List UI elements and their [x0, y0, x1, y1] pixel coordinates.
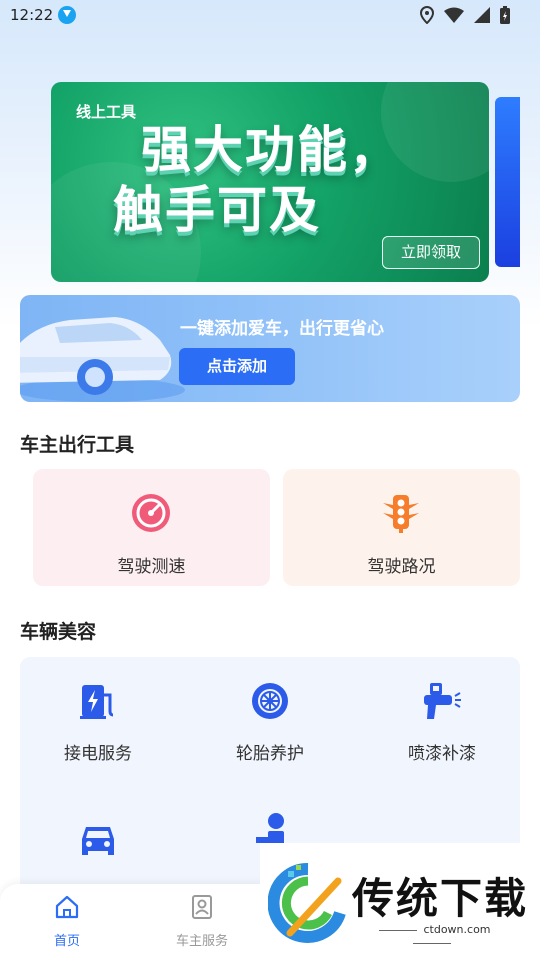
tire-care-label: 轮胎养护 — [236, 744, 304, 764]
car-front-icon — [82, 827, 114, 855]
owner-card-icon — [192, 895, 212, 919]
status-time: 12:22 — [10, 6, 54, 24]
charging-station-icon — [80, 685, 114, 719]
speedometer-icon — [132, 494, 170, 532]
nav-home-label: 首页 — [53, 934, 80, 949]
signal-icon — [474, 7, 490, 23]
promo-banner[interactable]: 线上工具 强大功能， 触手可及 立即领取 — [51, 82, 489, 282]
paint-repair-label: 喷漆补漆 — [408, 744, 476, 764]
banner-headline-line2: 触手可及 — [113, 181, 321, 239]
nav-owner-service-label: 车主服务 — [175, 934, 228, 949]
watermark-logo — [268, 862, 346, 943]
road-conditions-label: 驾驶路况 — [367, 557, 436, 577]
location-icon — [420, 6, 434, 24]
traffic-light-icon — [383, 495, 419, 533]
tire-icon — [252, 683, 288, 719]
driving-speed-label: 驾驶测速 — [117, 557, 186, 577]
add-car-button[interactable]: 点击添加 — [179, 348, 295, 385]
add-car-card[interactable]: 一键添加爱车，出行更省心 点击添加 — [20, 295, 520, 402]
travel-tools-title: 车主出行工具 — [20, 434, 135, 456]
home-icon — [55, 895, 79, 919]
charging-service-item[interactable]: 接电服务 — [20, 657, 176, 764]
driving-speed-card[interactable]: 驾驶测速 — [33, 469, 270, 586]
banner-headline: 强大功能， 触手可及 — [113, 120, 461, 240]
next-banner-peek[interactable] — [495, 97, 520, 267]
add-car-title: 一键添加爱车，出行更省心 — [180, 319, 384, 339]
nav-home[interactable]: 首页 — [27, 894, 107, 949]
watermark-overlay: 传统下载 ctdown.com — [260, 843, 540, 960]
status-icons — [420, 6, 510, 24]
watermark-url: ctdown.com — [352, 923, 512, 949]
watermark-brand: 传统下载 — [352, 874, 529, 923]
road-conditions-card[interactable]: 驾驶路况 — [283, 469, 520, 586]
download-notification-icon — [58, 6, 76, 24]
vehicle-beauty-title: 车辆美容 — [20, 621, 97, 643]
banner-tag: 线上工具 — [76, 103, 137, 121]
nav-owner-service[interactable]: 车主服务 — [162, 894, 242, 949]
status-bar: 12:22 — [0, 0, 540, 30]
battery-icon — [500, 6, 510, 24]
wifi-icon — [444, 7, 464, 23]
car-illustration — [20, 317, 185, 402]
spray-gun-icon — [424, 683, 461, 719]
claim-now-button[interactable]: 立即领取 — [382, 236, 480, 269]
banner-headline-line1: 强大功能， — [141, 121, 401, 179]
charging-service-label: 接电服务 — [64, 744, 132, 764]
paint-repair-item[interactable]: 喷漆补漆 — [364, 657, 520, 764]
tire-care-item[interactable]: 轮胎养护 — [192, 657, 348, 764]
